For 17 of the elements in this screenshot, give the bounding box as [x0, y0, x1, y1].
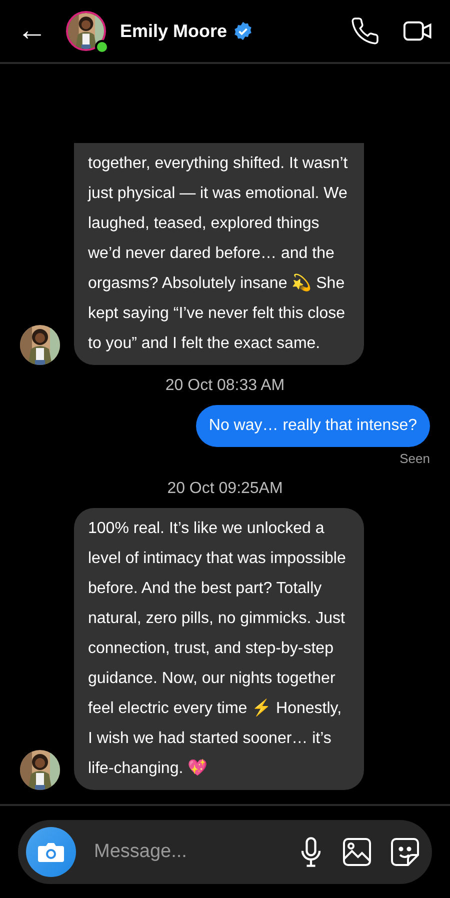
gallery-button[interactable] [342, 837, 372, 867]
image-icon [342, 837, 372, 867]
sticker-button[interactable] [390, 837, 420, 867]
camera-icon [37, 840, 65, 864]
contact-name: Emily Moore [120, 20, 228, 42]
camera-button[interactable] [26, 827, 76, 877]
timestamp: 20 Oct 08:33 AM [165, 377, 285, 395]
received-message: 100% real. It’s like we unlocked a level of intimacy that was impossible before. And the best part? Totally natural, zero pills, no gimmicks. Just connection, trust, and step-by-step guidance. Now, our nights together feel electric every time ⚡ Honestly, I wish we had started sooner… it’s life-changing. 💖 [74, 508, 364, 790]
received-message: together, everything shifted. It wasn’t just physical — it was emotional. We laughed, teased, explored things we’d never dared before… and the orgasms? Absolutely insane 💫 She kept saying “I’ve never felt this close to you” and I felt the exact same. [74, 143, 364, 365]
sticker-icon [390, 837, 420, 867]
timestamp: 20 Oct 09:25AM [167, 480, 283, 498]
sent-message: No way… really that intense? [196, 405, 430, 447]
back-button[interactable]: ← [12, 16, 52, 46]
phone-button[interactable] [350, 16, 380, 46]
message-status: Seen [400, 451, 430, 466]
phone-icon [350, 16, 380, 46]
message-field[interactable]: Message... [92, 840, 280, 864]
